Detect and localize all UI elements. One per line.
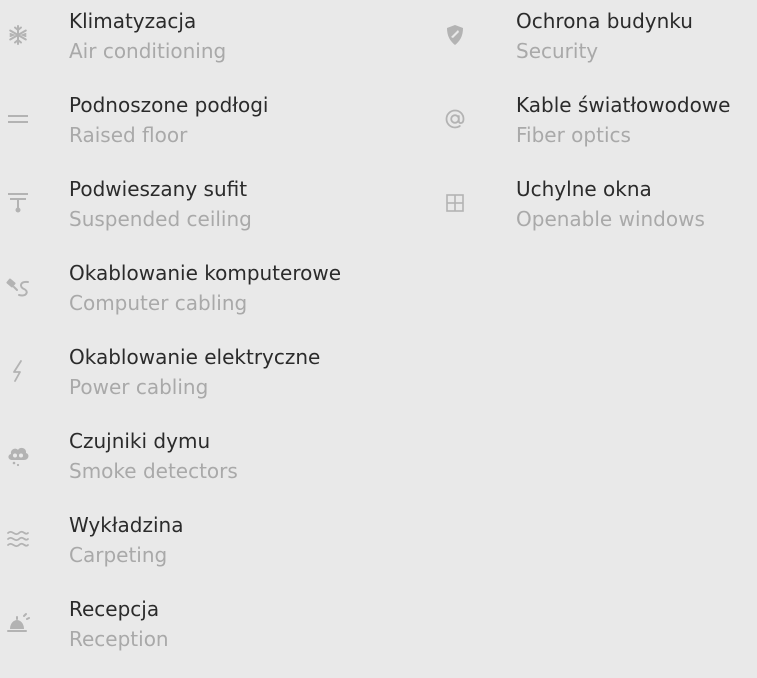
amenity-label: Podwieszany sufit bbox=[69, 177, 248, 201]
lightning-icon bbox=[5, 358, 31, 384]
amenity-power-cabling: Okablowanie elektryczne Power cabling bbox=[0, 342, 400, 426]
amenity-sublabel: Openable windows bbox=[516, 207, 705, 231]
amenity-security: Ochrona budynku Security bbox=[440, 6, 757, 90]
amenity-sublabel: Power cabling bbox=[69, 375, 209, 399]
amenity-text: Podnoszone podłogi Raised floor bbox=[69, 90, 268, 150]
amenities-left-column: Klimatyzacja Air conditioning Podnoszone… bbox=[0, 6, 400, 678]
amenity-label: Podnoszone podłogi bbox=[69, 93, 269, 117]
suspended-ceiling-icon bbox=[5, 190, 31, 216]
amenity-openable-windows: Uchylne okna Openable windows bbox=[440, 174, 757, 258]
amenity-computer-cabling: Okablowanie komputerowe Computer cabling bbox=[0, 258, 400, 342]
amenity-text: Okablowanie komputerowe Computer cabling bbox=[69, 258, 341, 318]
amenity-text: Uchylne okna Openable windows bbox=[516, 174, 705, 234]
amenity-sublabel: Raised floor bbox=[69, 123, 188, 147]
amenity-text: Czujniki dymu Smoke detectors bbox=[69, 426, 238, 486]
amenity-reception: Recepcja Reception bbox=[0, 594, 400, 678]
reception-bell-icon bbox=[5, 610, 31, 636]
amenity-sublabel: Reception bbox=[69, 627, 169, 651]
amenity-sublabel: Fiber optics bbox=[516, 123, 631, 147]
amenity-carpeting: Wykładzina Carpeting bbox=[0, 510, 400, 594]
carpet-waves-icon bbox=[5, 526, 31, 552]
amenity-label: Klimatyzacja bbox=[69, 9, 197, 33]
amenity-fiber-optics: Kable światłowodowe Fiber optics bbox=[440, 90, 757, 174]
amenity-text: Recepcja Reception bbox=[69, 594, 169, 654]
amenity-label: Kable światłowodowe bbox=[516, 93, 731, 117]
amenity-label: Recepcja bbox=[69, 597, 160, 621]
amenity-sublabel: Security bbox=[516, 39, 599, 63]
amenity-sublabel: Carpeting bbox=[69, 543, 168, 567]
amenity-sublabel: Computer cabling bbox=[69, 291, 248, 315]
amenity-text: Okablowanie elektryczne Power cabling bbox=[69, 342, 320, 402]
amenities-right-column: Ochrona budynku Security Kable światłowo… bbox=[440, 6, 757, 258]
network-cable-icon bbox=[5, 274, 31, 300]
snowflake-icon bbox=[5, 22, 31, 48]
amenity-sublabel: Smoke detectors bbox=[69, 459, 238, 483]
amenity-text: Ochrona budynku Security bbox=[516, 6, 693, 66]
amenity-label: Czujniki dymu bbox=[69, 429, 211, 453]
amenity-smoke-detectors: Czujniki dymu Smoke detectors bbox=[0, 426, 400, 510]
amenity-text: Podwieszany sufit Suspended ceiling bbox=[69, 174, 252, 234]
amenity-text: Klimatyzacja Air conditioning bbox=[69, 6, 226, 66]
amenity-text: Wykładzina Carpeting bbox=[69, 510, 183, 570]
amenity-sublabel: Suspended ceiling bbox=[69, 207, 252, 231]
amenity-label: Okablowanie komputerowe bbox=[69, 261, 342, 285]
amenity-label: Okablowanie elektryczne bbox=[69, 345, 321, 369]
amenity-sublabel: Air conditioning bbox=[69, 39, 227, 63]
raised-floor-icon bbox=[5, 106, 31, 132]
amenity-label: Wykładzina bbox=[69, 513, 184, 537]
at-sign-icon bbox=[442, 106, 468, 132]
amenity-air-conditioning: Klimatyzacja Air conditioning bbox=[0, 6, 400, 90]
amenity-text: Kable światłowodowe Fiber optics bbox=[516, 90, 730, 150]
window-icon bbox=[442, 190, 468, 216]
amenity-suspended-ceiling: Podwieszany sufit Suspended ceiling bbox=[0, 174, 400, 258]
amenity-label: Uchylne okna bbox=[516, 177, 652, 201]
amenity-label: Ochrona budynku bbox=[516, 9, 693, 33]
amenity-raised-floor: Podnoszone podłogi Raised floor bbox=[0, 90, 400, 174]
shield-icon bbox=[442, 22, 468, 48]
smoke-detector-icon bbox=[5, 442, 31, 468]
